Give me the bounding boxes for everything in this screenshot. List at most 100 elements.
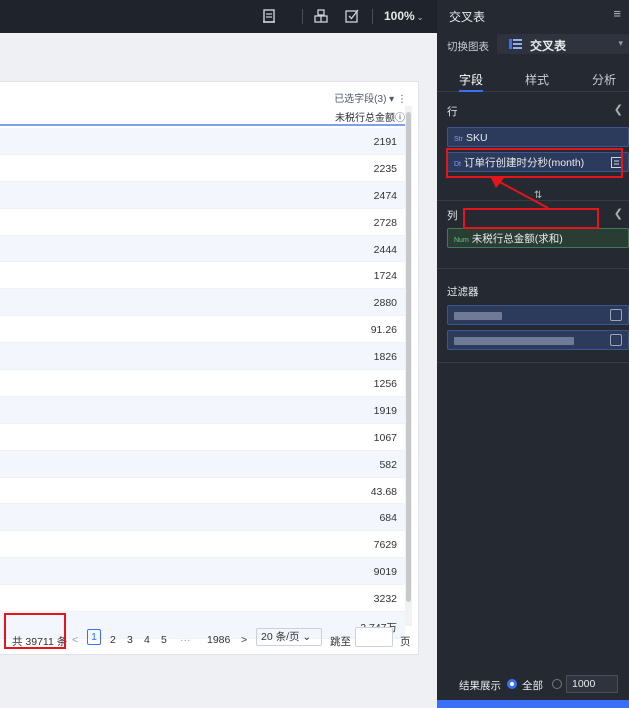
cell-value: 2235 xyxy=(373,162,397,175)
table-row[interactable]: 2728 xyxy=(0,209,405,236)
menu-icon[interactable]: ≡ xyxy=(613,6,621,21)
panel-tabs: 字段 样式 分析 xyxy=(437,66,629,92)
section-divider xyxy=(437,268,629,269)
cell-value: 2728 xyxy=(373,216,397,229)
zoom-selector[interactable]: 100% ⌄ xyxy=(384,9,423,23)
vertical-scrollbar[interactable] xyxy=(405,106,412,626)
column-field-amount[interactable]: Num 未税行总金额(求和) xyxy=(447,228,629,248)
canvas: 已选字段(3) ▾ ⋮ 未税行总金额ⓘ 2191 2235 2474 2728 2444… xyxy=(0,33,437,708)
chevron-down-icon: ▾ xyxy=(618,38,623,48)
cell-value: 1919 xyxy=(373,404,397,417)
table-row[interactable]: 43.68 xyxy=(0,478,405,505)
cell-value: 91.26 xyxy=(370,324,397,337)
table-row[interactable]: 684 xyxy=(0,504,405,532)
table-row[interactable]: 2235 xyxy=(0,155,405,182)
table-row[interactable]: 1067 xyxy=(0,424,405,451)
section-divider xyxy=(437,362,629,363)
document-icon[interactable] xyxy=(261,8,277,24)
page-button[interactable]: 5 xyxy=(161,634,167,646)
table-row[interactable]: 1826 xyxy=(0,343,405,371)
table-row[interactable]: 1724 xyxy=(0,262,405,290)
radio-all-label: 全部 xyxy=(522,680,543,692)
result-display-label: 结果展示 xyxy=(459,680,501,692)
filter-field[interactable] xyxy=(447,330,629,350)
cell-value: 3232 xyxy=(373,593,397,606)
filter-icon[interactable] xyxy=(610,309,622,321)
cell-value: 1724 xyxy=(373,270,397,283)
number-type-icon: Num xyxy=(454,237,469,244)
table-row[interactable]: 7629 xyxy=(0,531,405,559)
field-label: SKU xyxy=(465,132,488,144)
page-button[interactable]: 2 xyxy=(110,634,116,646)
cell-value: 9019 xyxy=(373,566,397,579)
more-pages[interactable]: ··· xyxy=(180,634,191,646)
page-button[interactable]: 1 xyxy=(87,629,101,645)
jump-page-input[interactable] xyxy=(355,627,393,647)
toolbar-divider xyxy=(302,9,303,24)
cell-value: 1826 xyxy=(373,351,397,364)
radio-all[interactable] xyxy=(507,679,517,689)
table-row[interactable]: 2444 xyxy=(0,235,405,263)
page-size-select[interactable]: 20 条/页 ⌄ xyxy=(256,628,322,646)
table-row[interactable]: 3232 xyxy=(0,585,405,613)
table-row[interactable]: 9019 xyxy=(0,558,405,586)
cell-value: 7629 xyxy=(373,539,397,552)
chart-switch-label: 切换图表 xyxy=(447,41,489,53)
filter-field[interactable] xyxy=(447,305,629,325)
annotation-arrow xyxy=(490,176,549,209)
result-display: 结果展示 全部 1000 xyxy=(437,672,629,696)
zoom-value: 100% xyxy=(384,9,415,23)
cell-value: 2191 xyxy=(373,136,397,148)
collapse-icon[interactable]: ❮ xyxy=(614,103,623,116)
collapse-icon[interactable]: ❮ xyxy=(614,207,623,220)
tab-analysis[interactable]: 分析 xyxy=(592,71,616,88)
cell-value: 684 xyxy=(379,512,397,525)
table-body: 2191 2235 2474 2728 2444 1724 2880 91.26 1826 125… xyxy=(0,128,405,639)
table-icon xyxy=(509,39,522,49)
limit-input[interactable]: 1000 xyxy=(566,675,618,693)
check-square-icon[interactable] xyxy=(344,8,360,24)
config-panel: 交叉表 ≡ 切换图表 交叉表 ▾ 字段 样式 分析 行 ❮ Str SKU Dt 订… xyxy=(437,0,629,708)
chart-type-label: 交叉表 xyxy=(530,39,567,53)
bottom-action-bar[interactable] xyxy=(437,700,629,708)
panel-title: 交叉表 xyxy=(449,10,486,24)
table-row[interactable]: 91.26 xyxy=(0,316,405,344)
highlight-box-total xyxy=(4,613,66,649)
cell-value: 1256 xyxy=(373,378,397,391)
table-row[interactable]: 2474 xyxy=(0,181,405,209)
tab-fields[interactable]: 字段 xyxy=(459,71,483,88)
page-button[interactable]: 1986 xyxy=(207,634,230,646)
selected-fields-menu[interactable]: 已选字段(3) ▾ ⋮ xyxy=(334,90,407,105)
card-header: 已选字段(3) ▾ ⋮ xyxy=(0,82,419,106)
cell-value: 2444 xyxy=(373,243,397,256)
page-suffix: 页 xyxy=(400,636,411,648)
filter-icon[interactable] xyxy=(610,334,622,346)
cell-value: 1067 xyxy=(373,431,397,444)
string-type-icon: Str xyxy=(454,136,463,143)
redacted-text xyxy=(454,312,502,321)
table-row[interactable]: 2880 xyxy=(0,289,405,317)
chevron-down-icon: ⌄ xyxy=(416,13,424,22)
page-button[interactable]: 3 xyxy=(127,634,133,646)
tab-style[interactable]: 样式 xyxy=(525,71,549,88)
field-label: 未税行总金额(求和) xyxy=(471,233,563,245)
chart-type-select[interactable]: 交叉表 ▾ xyxy=(497,34,629,54)
filter-section-label: 过滤器 xyxy=(447,286,479,298)
table-row[interactable]: 2191 xyxy=(0,128,405,155)
scrollbar-thumb[interactable] xyxy=(406,112,411,602)
table-row[interactable]: 1256 xyxy=(0,370,405,397)
layout-icon[interactable] xyxy=(313,8,329,24)
row-field-sku[interactable]: Str SKU xyxy=(447,127,629,147)
table-row[interactable]: 582 xyxy=(0,450,405,478)
page-button[interactable]: 4 xyxy=(144,634,150,646)
crosstab-card: 已选字段(3) ▾ ⋮ 未税行总金额ⓘ 2191 2235 2474 2728 2444… xyxy=(0,81,419,655)
prev-page-button[interactable]: < xyxy=(72,634,78,646)
next-page-button[interactable]: > xyxy=(241,634,247,646)
table-row[interactable]: 1919 xyxy=(0,396,405,424)
column-header-label[interactable]: 未税行总金额ⓘ xyxy=(335,109,405,124)
redacted-text xyxy=(454,337,574,346)
radio-limit[interactable] xyxy=(552,679,562,689)
top-toolbar: 100% ⌄ xyxy=(0,0,437,33)
toolbar-divider xyxy=(372,9,373,24)
rows-section-label: 行 xyxy=(447,106,458,118)
